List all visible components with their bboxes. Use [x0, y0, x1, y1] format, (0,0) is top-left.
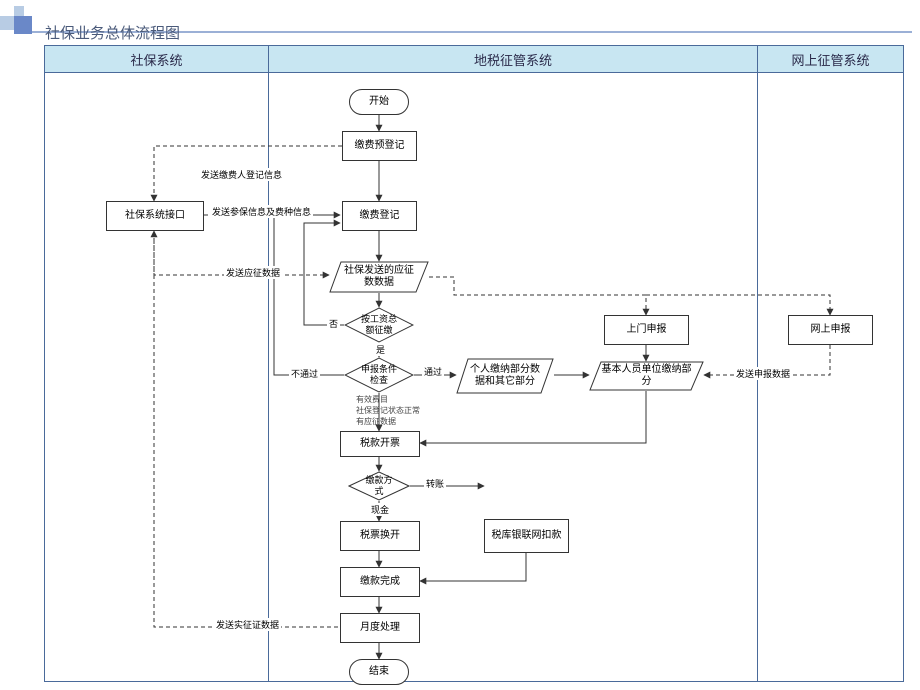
edge-label-send-levy: 发送应征数据: [224, 266, 282, 279]
node-sb-interface: 社保系统接口: [106, 201, 204, 231]
node-tax-billing: 税款开票: [340, 431, 420, 457]
node-door-report: 上门申报: [604, 315, 689, 345]
edge-label-send-rpt: 发送申报数据: [734, 367, 792, 380]
node-start: 开始: [349, 89, 409, 115]
edge-label-pass: 通过: [422, 365, 444, 378]
node-unit-part-data: 基本人员单位缴纳部分: [589, 361, 704, 391]
lane-header-local-tax: 地税征管系统: [268, 45, 758, 73]
node-reg: 缴费登记: [342, 201, 417, 231]
edge-label-transfer: 转账: [424, 477, 446, 490]
node-by-wage-decision: 按工资总额征缴: [344, 307, 414, 343]
node-pre-reg: 缴费预登记: [342, 131, 417, 161]
edge-label-not-pass: 不通过: [289, 367, 320, 380]
swimlane-diagram: 社保系统 地税征管系统 网上征管系统: [44, 45, 904, 685]
node-online-report: 网上申报: [788, 315, 873, 345]
lane-header-social: 社保系统: [44, 45, 269, 73]
node-month-proc: 月度处理: [340, 613, 420, 643]
page-title: 社保业务总体流程图: [45, 22, 180, 43]
cond-check-notes: 有效费目 社保登记状态正常 有应征数据: [356, 395, 420, 427]
edge-label-send-reg-info: 发送缴费人登记信息: [199, 168, 284, 181]
node-bank-net: 税库银联网扣款: [484, 519, 569, 553]
node-pay-mode-decision: 缴款方式: [348, 471, 410, 501]
slide-decoration: [0, 0, 38, 690]
edge-label-send-insure-info: 发送参保信息及费种信息: [210, 205, 313, 218]
node-person-part-data: 个人缴纳部分数据和其它部分: [456, 358, 554, 394]
edge-label-no: 否: [327, 317, 340, 330]
node-swap-bill: 税票换开: [340, 521, 420, 551]
node-cond-check-decision: 申报条件检查: [344, 357, 414, 393]
lane-header-online: 网上征管系统: [757, 45, 904, 73]
node-end: 结束: [349, 659, 409, 685]
edge-label-send-verify: 发送实征证数据: [214, 618, 281, 631]
edge-label-yes: 是: [374, 343, 387, 356]
edge-label-cash: 现金: [369, 503, 391, 516]
node-pay-done: 缴款完成: [340, 567, 420, 597]
lane-body-social: [44, 72, 269, 682]
node-sent-levy-data: 社保发送的应征数数据: [329, 261, 429, 293]
